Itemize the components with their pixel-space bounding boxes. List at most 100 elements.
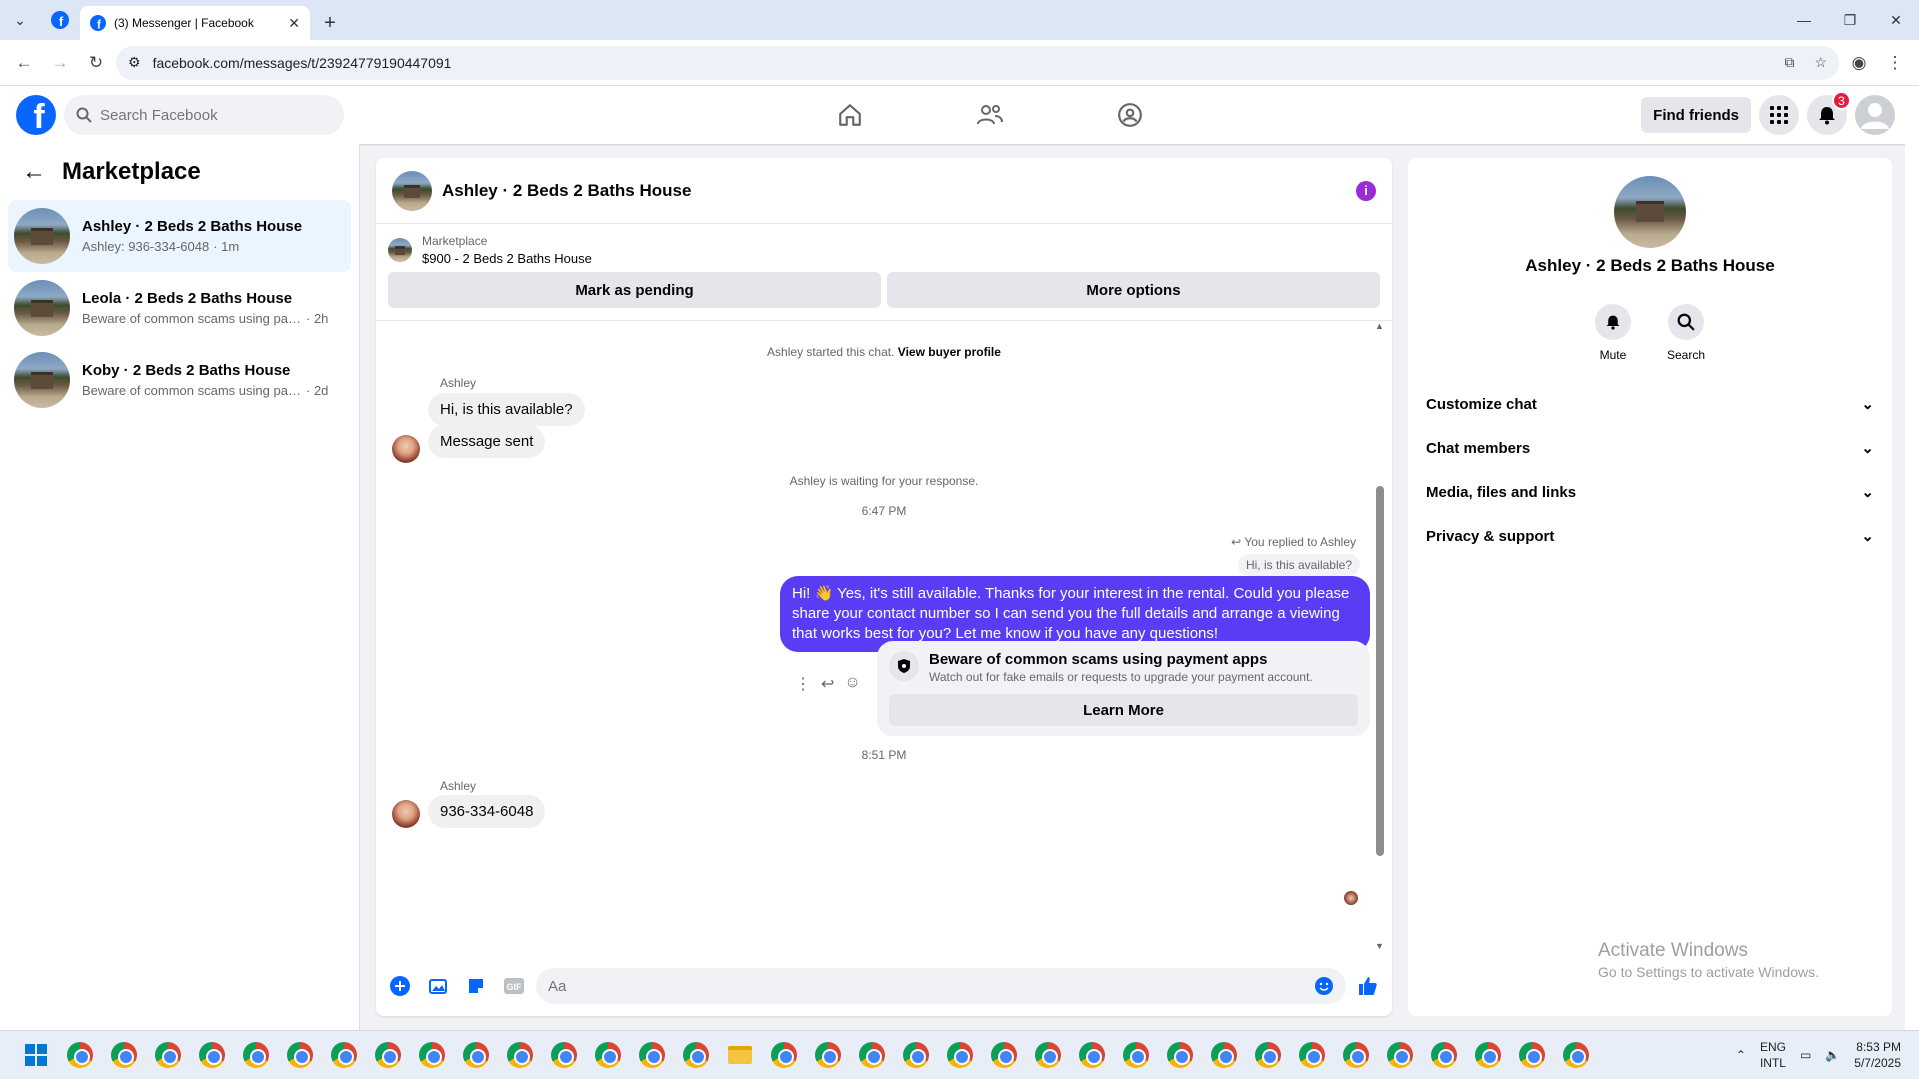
listing-photo[interactable] xyxy=(1614,176,1686,248)
language-indicator[interactable]: ENG INTL xyxy=(1760,1039,1786,1071)
chrome-taskbar-button[interactable] xyxy=(1158,1033,1202,1077)
chrome-taskbar-button[interactable] xyxy=(1554,1033,1598,1077)
home-nav-button[interactable] xyxy=(780,86,920,144)
menu-button[interactable] xyxy=(1759,95,1799,135)
chrome-taskbar-button[interactable] xyxy=(366,1033,410,1077)
chrome-taskbar-button[interactable] xyxy=(806,1033,850,1077)
restore-button[interactable]: ❐ xyxy=(1827,0,1873,40)
incoming-message[interactable]: Hi, is this available? xyxy=(428,393,585,426)
chrome-taskbar-button[interactable] xyxy=(1378,1033,1422,1077)
close-tab-icon[interactable]: ✕ xyxy=(288,15,300,32)
facebook-logo[interactable]: f xyxy=(16,95,56,135)
back-button[interactable]: ← xyxy=(8,47,40,79)
chrome-taskbar-button[interactable] xyxy=(1466,1033,1510,1077)
file-explorer-taskbar-button[interactable] xyxy=(718,1033,762,1077)
more-actions-icon[interactable]: ⋮ xyxy=(795,674,811,694)
install-app-icon[interactable]: ⧉ xyxy=(1784,54,1794,71)
conversation-item-koby[interactable]: Koby · 2 Beds 2 Baths House Beware of co… xyxy=(8,344,351,416)
sender-avatar[interactable] xyxy=(392,435,420,463)
reload-button[interactable]: ↻ xyxy=(80,47,112,79)
quoted-message[interactable]: Hi, is this available? xyxy=(1237,554,1360,576)
chrome-taskbar-button[interactable] xyxy=(586,1033,630,1077)
browser-menu-icon[interactable]: ⋮ xyxy=(1879,47,1911,79)
listing-summary[interactable]: Marketplace $900 - 2 Beds 2 Baths House xyxy=(376,224,1392,266)
notifications-button[interactable]: 3 xyxy=(1807,91,1851,135)
chrome-taskbar-button[interactable] xyxy=(982,1033,1026,1077)
chrome-taskbar-button[interactable] xyxy=(278,1033,322,1077)
conversation-item-ashley[interactable]: Ashley · 2 Beds 2 Baths House Ashley: 93… xyxy=(8,200,351,272)
sticker-icon[interactable] xyxy=(460,970,492,1002)
chrome-taskbar-button[interactable] xyxy=(58,1033,102,1077)
add-icon[interactable] xyxy=(384,970,416,1002)
chrome-taskbar-button[interactable] xyxy=(1202,1033,1246,1077)
learn-more-button[interactable]: Learn More xyxy=(889,694,1358,726)
incoming-message[interactable]: Message sent xyxy=(428,425,546,458)
chrome-taskbar-button[interactable] xyxy=(102,1033,146,1077)
page-scrollbar[interactable] xyxy=(1905,86,1919,1030)
chat-members-section[interactable]: Chat members ⌄ xyxy=(1408,426,1892,470)
chrome-taskbar-button[interactable] xyxy=(1290,1033,1334,1077)
customize-chat-section[interactable]: Customize chat ⌄ xyxy=(1408,382,1892,426)
chrome-taskbar-button[interactable] xyxy=(498,1033,542,1077)
network-icon[interactable]: ▭ xyxy=(1800,1048,1811,1062)
reply-icon[interactable]: ↩ xyxy=(821,674,834,694)
more-options-button[interactable]: More options xyxy=(887,272,1380,308)
close-window-button[interactable]: ✕ xyxy=(1873,0,1919,40)
like-icon[interactable] xyxy=(1352,970,1384,1002)
chrome-taskbar-button[interactable] xyxy=(1510,1033,1554,1077)
tab-search-button[interactable]: ⌄ xyxy=(0,0,40,40)
emoji-icon[interactable] xyxy=(1314,976,1334,996)
chrome-taskbar-button[interactable] xyxy=(1114,1033,1158,1077)
mark-as-pending-button[interactable]: Mark as pending xyxy=(388,272,881,308)
search-in-chat-button[interactable]: Search xyxy=(1667,304,1705,362)
active-tab[interactable]: f (3) Messenger | Facebook ✕ xyxy=(80,6,310,40)
minimize-button[interactable]: — xyxy=(1781,0,1827,40)
volume-icon[interactable]: 🔈 xyxy=(1825,1048,1840,1062)
back-arrow-icon[interactable]: ← xyxy=(22,158,46,186)
conversation-item-leola[interactable]: Leola · 2 Beds 2 Baths House Beware of c… xyxy=(8,272,351,344)
chrome-taskbar-button[interactable] xyxy=(190,1033,234,1077)
chat-thumbnail[interactable] xyxy=(392,170,432,211)
chrome-taskbar-button[interactable] xyxy=(938,1033,982,1077)
chrome-taskbar-button[interactable] xyxy=(762,1033,806,1077)
chat-title[interactable]: Ashley · 2 Beds 2 Baths House xyxy=(442,181,691,201)
scroll-up-icon[interactable]: ▲ xyxy=(1375,321,1384,331)
view-buyer-profile-link[interactable]: View buyer profile xyxy=(898,345,1001,359)
show-hidden-icons[interactable]: ⌃ xyxy=(1736,1048,1746,1062)
scrollbar-thumb[interactable] xyxy=(1376,486,1384,856)
mute-button[interactable]: Mute xyxy=(1594,304,1631,362)
forward-button[interactable]: → xyxy=(44,47,76,79)
chrome-taskbar-button[interactable] xyxy=(1334,1033,1378,1077)
start-button[interactable] xyxy=(14,1033,58,1077)
groups-nav-button[interactable] xyxy=(1060,86,1200,144)
message-input[interactable] xyxy=(548,977,1314,995)
chrome-taskbar-button[interactable] xyxy=(630,1033,674,1077)
scroll-down-icon[interactable]: ▼ xyxy=(1375,941,1384,951)
bookmark-star-icon[interactable]: ☆ xyxy=(1814,54,1827,71)
clock[interactable]: 8:53 PM 5/7/2025 xyxy=(1854,1039,1901,1071)
pinned-facebook-tab[interactable]: f xyxy=(40,0,80,40)
account-button[interactable] xyxy=(1855,95,1895,135)
react-icon[interactable]: ☺ xyxy=(844,674,860,694)
message-input-box[interactable] xyxy=(536,968,1346,1004)
chrome-taskbar-button[interactable] xyxy=(234,1033,278,1077)
chrome-taskbar-button[interactable] xyxy=(146,1033,190,1077)
info-icon[interactable]: i xyxy=(1356,180,1376,201)
site-info-icon[interactable]: ⚙ xyxy=(128,54,141,71)
gif-icon[interactable]: GIF xyxy=(498,970,530,1002)
thread-scrollbar[interactable]: ▲ ▼ xyxy=(1375,321,1384,957)
chrome-taskbar-button[interactable] xyxy=(410,1033,454,1077)
chrome-taskbar-button[interactable] xyxy=(894,1033,938,1077)
photo-icon[interactable] xyxy=(422,970,454,1002)
chrome-taskbar-button[interactable] xyxy=(850,1033,894,1077)
chrome-taskbar-button[interactable] xyxy=(322,1033,366,1077)
find-friends-button[interactable]: Find friends xyxy=(1641,97,1751,133)
incoming-message[interactable]: 936-334-6048 xyxy=(428,795,546,828)
chrome-taskbar-button[interactable] xyxy=(674,1033,718,1077)
url-bar[interactable]: ⚙ facebook.com/messages/t/23924779190447… xyxy=(116,45,1839,80)
media-files-links-section[interactable]: Media, files and links ⌄ xyxy=(1408,470,1892,514)
chrome-taskbar-button[interactable] xyxy=(454,1033,498,1077)
new-tab-button[interactable]: + xyxy=(310,6,350,40)
privacy-support-section[interactable]: Privacy & support ⌄ xyxy=(1408,514,1892,558)
friends-nav-button[interactable] xyxy=(920,86,1060,144)
